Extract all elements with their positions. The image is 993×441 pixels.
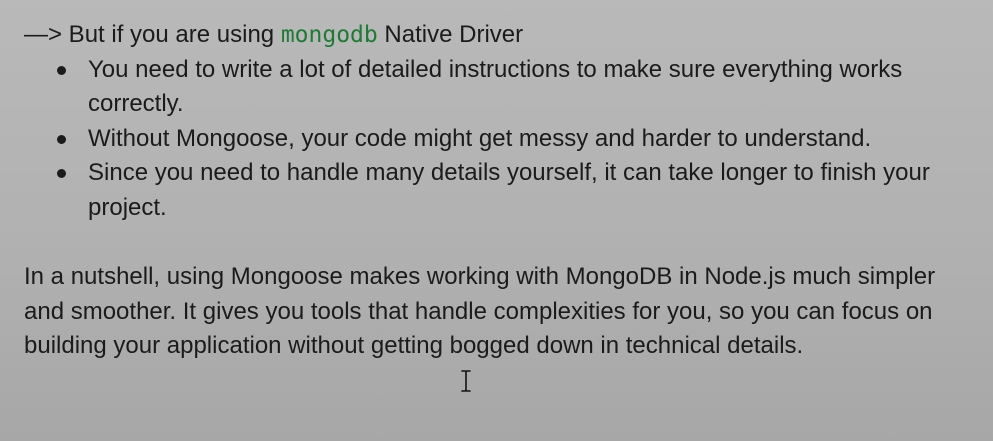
bullet-item: Without Mongoose, your code might get me… — [57, 122, 969, 157]
intro-line: —> But if you are using mongodb Native D… — [24, 18, 969, 53]
intro-prefix: —> But if you are using — [24, 21, 281, 48]
bullet-text: Since you need to handle many details yo… — [88, 159, 930, 221]
summary-paragraph: In a nutshell, using Mongoose makes work… — [24, 263, 936, 359]
bullet-item: Since you need to handle many details yo… — [57, 156, 969, 225]
bullet-list: You need to write a lot of detailed inst… — [24, 53, 969, 226]
bullet-dot-icon — [57, 134, 66, 144]
inline-code: mongodb — [280, 22, 378, 48]
bullet-dot-icon — [57, 65, 66, 75]
document-body: —> But if you are using mongodb Native D… — [24, 18, 969, 364]
intro-suffix: Native Driver — [377, 21, 524, 48]
bullet-text: You need to write a lot of detailed inst… — [88, 55, 903, 118]
bullet-dot-icon — [57, 169, 66, 178]
bullet-item: You need to write a lot of detailed inst… — [57, 53, 969, 122]
text-cursor-icon — [461, 370, 471, 392]
bullet-text: Without Mongoose, your code might get me… — [88, 124, 872, 152]
